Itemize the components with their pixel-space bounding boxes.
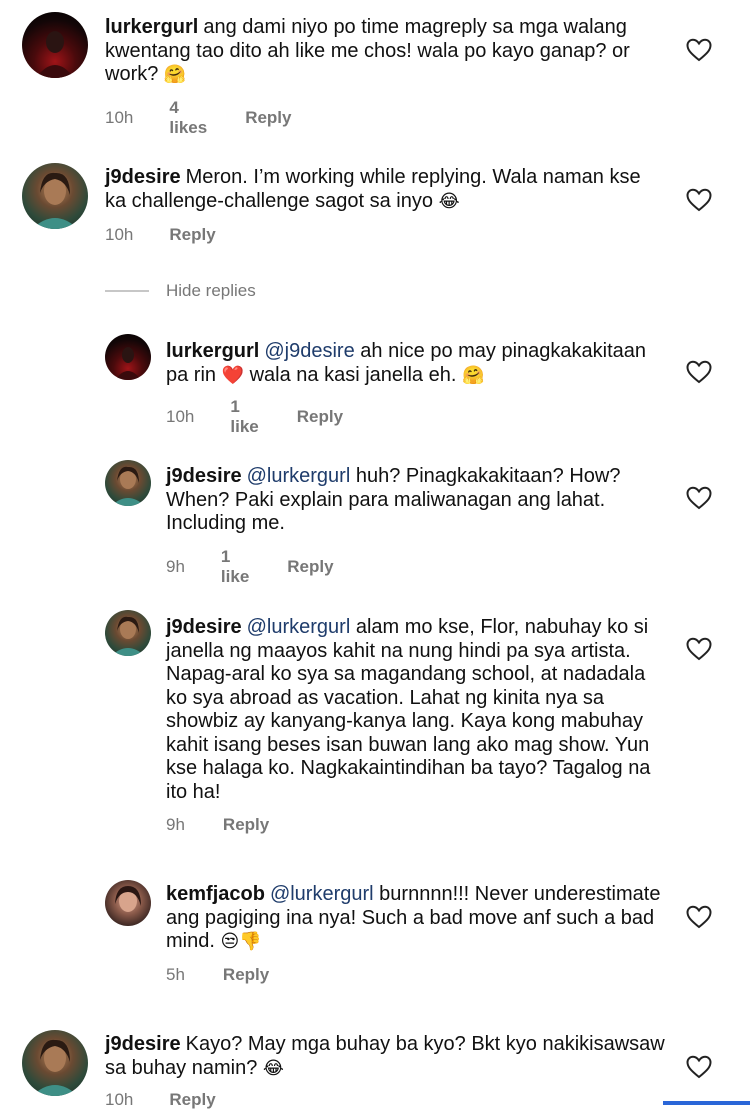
avatar-lurkergurl[interactable]: [105, 334, 151, 380]
likes-count[interactable]: 4 likes: [169, 98, 207, 138]
heart-outline-icon[interactable]: [686, 188, 712, 212]
username[interactable]: j9desire: [105, 1033, 181, 1055]
avatar-kemfjacob[interactable]: [105, 880, 151, 926]
avatar-j9desire[interactable]: [105, 460, 151, 506]
comment-meta: 10h Reply: [105, 225, 216, 245]
reply-button[interactable]: Reply: [245, 108, 291, 128]
timestamp: 9h: [166, 815, 185, 834]
avatar-j9desire[interactable]: [22, 1030, 88, 1096]
reply-button[interactable]: Reply: [169, 1090, 215, 1110]
avatar-j9desire[interactable]: [22, 163, 88, 229]
comment-text: j9desire Meron. I’m working while replyin…: [105, 166, 641, 212]
comment-meta: 5h Reply: [166, 965, 269, 985]
avatar-j9desire[interactable]: [105, 610, 151, 656]
username[interactable]: lurkergurl: [166, 340, 259, 362]
username[interactable]: j9desire: [105, 166, 181, 188]
scroll-indicator: [663, 1101, 750, 1105]
hugging-face-emoji: 🤗: [461, 364, 485, 386]
comment-meta: 10h 1 like Reply: [166, 397, 343, 437]
mention-link[interactable]: @lurkergurl: [270, 883, 374, 905]
comment-text: j9desire @lurkergurl huh? Pinagkakakitaan…: [166, 465, 621, 534]
timestamp: 10h: [166, 407, 195, 426]
username[interactable]: j9desire: [166, 465, 242, 487]
heart-outline-icon[interactable]: [686, 637, 712, 661]
heart-outline-icon[interactable]: [686, 1055, 712, 1079]
likes-count[interactable]: 1 like: [221, 547, 249, 587]
comment-meta: 9h 1 like Reply: [166, 547, 334, 587]
comment-meta: 10h Reply: [105, 1090, 216, 1110]
laughing-emoji: 😂: [438, 190, 460, 212]
reply-button[interactable]: Reply: [287, 557, 333, 577]
reply-button[interactable]: Reply: [223, 815, 269, 835]
hugging-face-emoji: 🤗: [163, 64, 187, 85]
mention-link[interactable]: @j9desire: [264, 340, 354, 362]
heart-outline-icon[interactable]: [686, 38, 712, 62]
username[interactable]: kemfjacob: [166, 883, 265, 905]
timestamp: 10h: [105, 108, 134, 127]
heart-outline-icon[interactable]: [686, 486, 712, 510]
comment-text: kemfjacob @lurkergurl burnnnn!!! Never un…: [166, 883, 661, 952]
timestamp: 10h: [105, 1090, 134, 1109]
heart-outline-icon[interactable]: [686, 360, 712, 384]
mention-link[interactable]: @lurkergurl: [247, 465, 351, 487]
comment-text: lurkergurl ang dami niyo po time magreply…: [105, 16, 630, 85]
red-heart-emoji: ❤️: [221, 364, 245, 386]
comment-text: j9desire Kayo? May mga buhay ba kyo? Bkt …: [105, 1033, 665, 1079]
timestamp: 5h: [166, 965, 185, 984]
likes-count[interactable]: 1 like: [230, 397, 258, 437]
heart-outline-icon[interactable]: [686, 905, 712, 929]
timestamp: 9h: [166, 557, 185, 576]
hide-replies-label[interactable]: Hide replies: [166, 281, 256, 301]
comment-meta: 10h 4 likes Reply: [105, 98, 291, 138]
avatar-lurkergurl[interactable]: [22, 12, 88, 78]
mention-link[interactable]: @lurkergurl: [247, 616, 351, 638]
reply-button[interactable]: Reply: [223, 965, 269, 985]
timestamp: 10h: [105, 225, 134, 244]
laughing-emoji: 😂: [262, 1057, 284, 1079]
reply-button[interactable]: Reply: [169, 225, 215, 245]
username[interactable]: j9desire: [166, 616, 242, 638]
comment-meta: 9h Reply: [166, 815, 269, 835]
hide-replies-toggle[interactable]: Hide replies: [105, 281, 256, 301]
comment-text: j9desire @lurkergurl alam mo kse, Flor, n…: [166, 616, 651, 803]
unamused-thumbs-down-emoji: 😒👎: [220, 931, 262, 952]
reply-button[interactable]: Reply: [297, 407, 343, 427]
divider-line: [105, 290, 149, 292]
comment-text: lurkergurl @j9desire ah nice po may pinag…: [166, 340, 647, 386]
username[interactable]: lurkergurl: [105, 16, 198, 38]
